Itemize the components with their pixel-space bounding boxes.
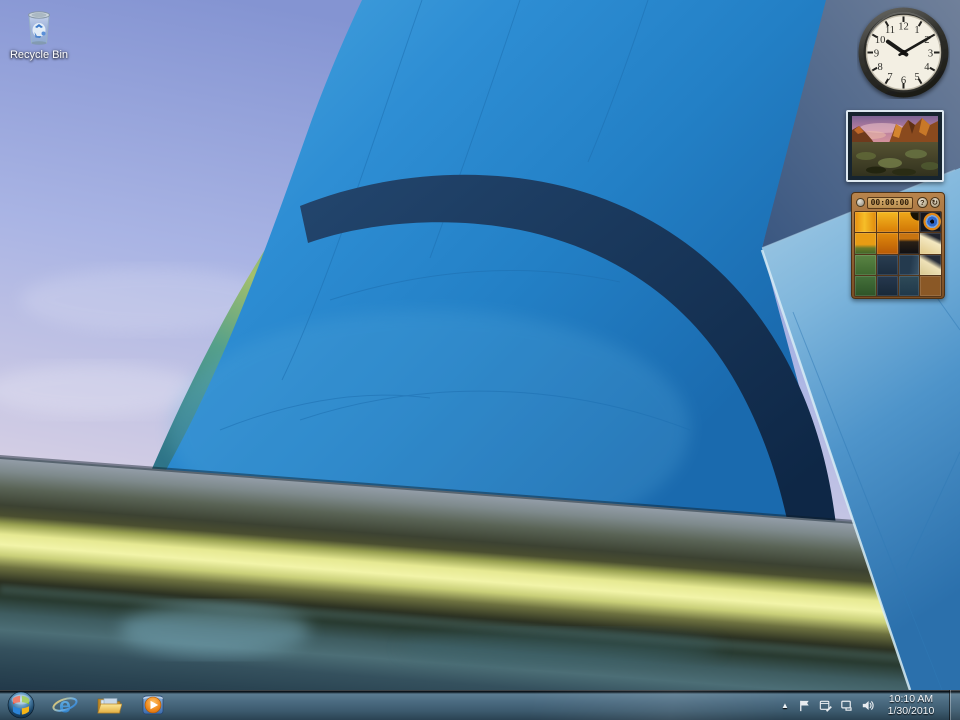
slideshow-gadget[interactable] [846,110,944,182]
puzzle-tile[interactable] [920,255,941,275]
svg-text:9: 9 [874,49,879,60]
puzzle-shuffle-button[interactable]: ↻ [930,197,940,208]
network-icon[interactable] [838,690,855,720]
volume-icon[interactable] [859,690,876,720]
puzzle-toolbar: 00:00:00 ? ↻ [854,195,942,210]
svg-text:10: 10 [875,35,886,46]
clock-gadget[interactable]: 12 1 2 3 4 5 6 7 8 9 10 11 [857,6,950,99]
puzzle-grid [854,211,942,297]
puzzle-tile[interactable] [877,276,898,296]
puzzle-tile[interactable] [920,212,941,232]
svg-text:3: 3 [928,49,933,60]
taskbar: e [0,690,960,720]
windows-explorer-button[interactable] [95,691,123,719]
taskbar-clock[interactable]: 10:10 AM 1/30/2010 [880,693,942,717]
puzzle-tile[interactable] [920,233,941,253]
start-button[interactable] [7,691,35,719]
internet-explorer-button[interactable]: e [51,691,79,719]
media-player-icon [140,692,166,718]
wallpaper-architecture [0,0,960,690]
svg-text:1: 1 [914,25,919,36]
show-hidden-icons-button[interactable]: ▲ [778,701,792,710]
puzzle-tile[interactable] [855,233,876,253]
start-orb-icon [7,691,35,719]
puzzle-tile[interactable] [899,212,920,232]
puzzle-timer: 00:00:00 [867,197,914,209]
folder-icon [96,692,122,718]
puzzle-tile[interactable] [899,276,920,296]
windows-7-desktop: Recycle Bin [0,0,960,720]
show-desktop-button[interactable] [949,690,960,720]
internet-explorer-icon: e [52,692,78,718]
picture-puzzle-gadget[interactable]: 00:00:00 ? ↻ [851,192,945,299]
desktop-area[interactable]: Recycle Bin [0,0,960,690]
problem-reports-icon[interactable] [817,690,834,720]
puzzle-tile[interactable] [855,276,876,296]
taskbar-time: 10:10 AM [882,693,940,705]
svg-text:7: 7 [887,72,892,83]
puzzle-tile[interactable] [899,255,920,275]
svg-text:6: 6 [901,76,906,87]
puzzle-tile[interactable] [877,255,898,275]
svg-text:5: 5 [914,72,919,83]
puzzle-timer-icon [856,198,865,207]
puzzle-empty-slot [920,276,941,296]
svg-text:12: 12 [898,22,909,33]
puzzle-tile[interactable] [877,212,898,232]
puzzle-tile[interactable] [899,233,920,253]
taskbar-date: 1/30/2010 [882,705,940,717]
recycle-bin-shortcut[interactable]: Recycle Bin [6,6,72,61]
puzzle-tile[interactable] [855,212,876,232]
svg-text:4: 4 [924,62,930,73]
windows-media-player-button[interactable] [139,691,167,719]
recycle-bin-icon [21,6,57,48]
slideshow-photo [852,116,938,176]
svg-text:8: 8 [877,62,882,73]
puzzle-tile[interactable] [855,255,876,275]
puzzle-tile[interactable] [877,233,898,253]
svg-text:11: 11 [885,25,895,36]
recycle-bin-label: Recycle Bin [6,49,72,61]
puzzle-help-button[interactable]: ? [917,197,927,208]
system-tray: ▲ [778,690,960,720]
action-center-flag-icon[interactable] [796,690,813,720]
